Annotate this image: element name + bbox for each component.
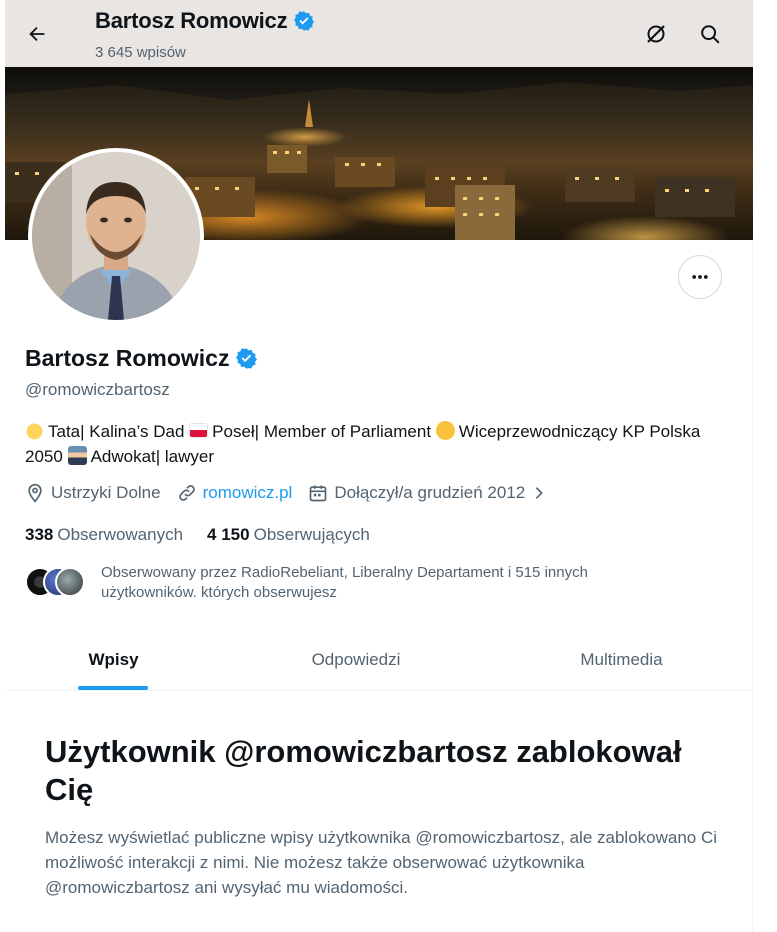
bio-segment-dad: Tata| Kalina’s Dad xyxy=(48,422,185,441)
following-label: Obserwowanych xyxy=(57,525,184,544)
arrow-left-icon xyxy=(29,26,45,42)
yellow-circle-icon xyxy=(435,421,455,440)
profile-header-bar: Bartosz Romowicz 3 645 wpisów xyxy=(5,0,753,67)
blocked-title: Użytkownik @romowiczbartosz zablokował C… xyxy=(45,734,682,807)
followers-count: 4 150 xyxy=(207,525,250,544)
tab-posts[interactable]: Wpisy xyxy=(5,630,222,690)
followers-label: Obserwujących xyxy=(253,525,370,544)
follow-counts: 338 Obserwowanych 4 150 Obserwujących xyxy=(25,525,394,545)
avatar xyxy=(55,567,85,597)
back-button[interactable] xyxy=(23,20,51,48)
location-text: Ustrzyki Dolne xyxy=(51,483,161,502)
following-link[interactable]: 338 Obserwowanych xyxy=(25,525,183,545)
profile-name: Bartosz Romowicz xyxy=(25,345,230,371)
grok-icon xyxy=(647,25,665,43)
location-item: Ustrzyki Dolne xyxy=(25,483,161,503)
active-tab-indicator xyxy=(78,686,148,690)
tab-replies[interactable]: Odpowiedzi xyxy=(222,630,490,690)
chevron-right-icon xyxy=(536,487,544,499)
profile-bio: Tata| Kalina’s Dad Poseł| Member of Parl… xyxy=(25,419,740,469)
website-link[interactable]: romowicz.pl xyxy=(203,483,293,503)
link-icon xyxy=(178,485,195,501)
following-count: 338 xyxy=(25,525,54,544)
posts-count: 3 645 wpisów xyxy=(95,44,186,61)
verified-badge-icon xyxy=(294,11,315,31)
grok-button[interactable] xyxy=(642,20,670,48)
more-options-button[interactable] xyxy=(678,255,722,299)
joined-text: Dołączył/a grudzień 2012 xyxy=(334,483,526,502)
tab-label: Odpowiedzi xyxy=(311,650,401,669)
avatar-photo xyxy=(32,152,200,320)
tab-label: Multimedia xyxy=(580,650,663,669)
search-button[interactable] xyxy=(696,20,724,48)
judge-emoji-icon xyxy=(67,446,87,465)
blocked-message: Możesz wyświetlać publiczne wpisy użytko… xyxy=(45,828,718,897)
joined-item[interactable]: Dołączył/a grudzień 2012 xyxy=(308,483,547,503)
website-item: romowicz.pl xyxy=(177,483,293,503)
location-pin-icon xyxy=(28,483,42,503)
profile-column: Bartosz Romowicz 3 645 wpisów Bartosz Ro… xyxy=(5,0,753,932)
tab-media[interactable]: Multimedia xyxy=(490,630,753,690)
tab-label: Wpisy xyxy=(88,650,139,669)
blocked-notice: Użytkownik @romowiczbartosz zablokował C… xyxy=(45,733,725,900)
profile-tabs: Wpisy Odpowiedzi Multimedia xyxy=(5,630,753,691)
poland-flag-icon xyxy=(189,423,209,438)
header-title: Bartosz Romowicz xyxy=(95,8,315,34)
profile-name-row: Bartosz Romowicz xyxy=(25,345,258,372)
bio-segment-lawyer: Adwokat| lawyer xyxy=(90,447,215,466)
profile-meta: Ustrzyki Dolne romowicz.pl Dołączył/a gr… xyxy=(25,483,563,503)
profile-avatar[interactable] xyxy=(28,148,204,324)
bio-segment-mp: Poseł| Member of Parliament xyxy=(212,422,432,441)
followed-by-text: Obserwowany przez RadioRebeliant, Libera… xyxy=(101,564,588,601)
profile-handle: @romowiczbartosz xyxy=(25,380,170,399)
more-dots-icon xyxy=(692,275,708,279)
baby-emoji-icon xyxy=(25,421,44,440)
calendar-icon xyxy=(310,485,327,502)
followed-by-section[interactable]: Obserwowany przez RadioRebeliant, Libera… xyxy=(25,563,661,603)
followers-you-know-avatars xyxy=(25,567,85,599)
header-name: Bartosz Romowicz xyxy=(95,8,288,33)
followers-link[interactable]: 4 150 Obserwujących xyxy=(207,525,370,545)
search-icon xyxy=(701,25,720,44)
verified-badge-icon[interactable] xyxy=(235,347,258,370)
